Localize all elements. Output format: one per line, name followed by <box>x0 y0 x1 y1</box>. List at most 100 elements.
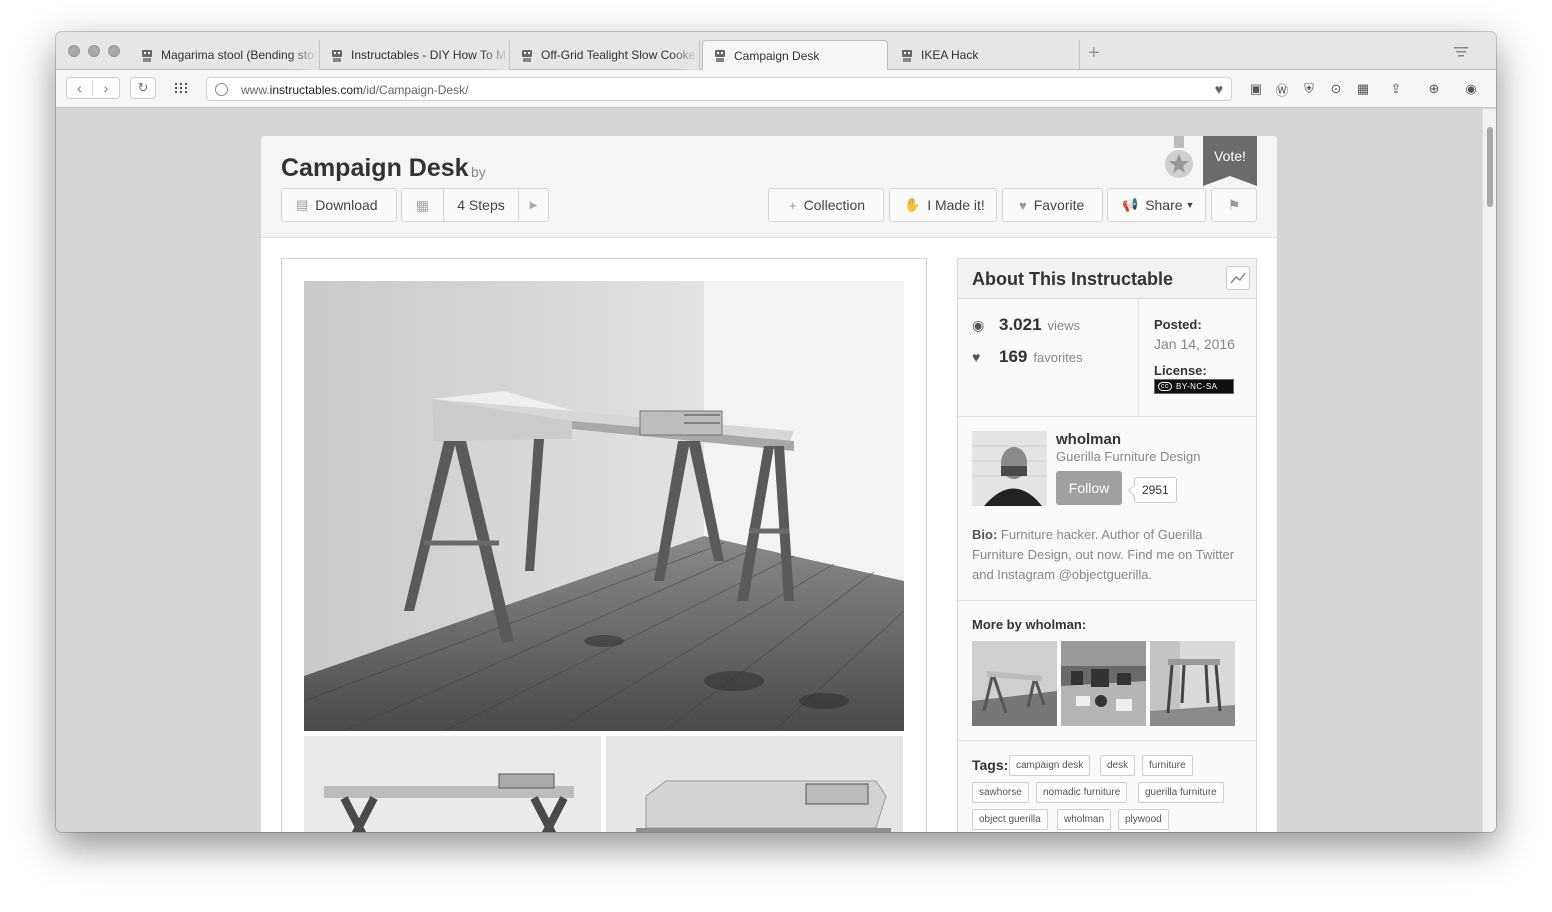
tab-bar: Magarima stool (Bending sto Instructable… <box>56 32 1496 70</box>
url-text[interactable]: www.instructables.com/id/Campaign-Desk/ <box>241 83 468 97</box>
vertical-scrollbar[interactable] <box>1482 109 1496 832</box>
license-badge[interactable]: cc BY-NC-SA <box>1154 379 1234 394</box>
stats-panel: ◉ 3.021 views ♥ 169 favorites Posted: Ja… <box>958 299 1256 417</box>
tags-panel: Tags: campaign desk desk furniture sawho… <box>958 741 1256 832</box>
navigation-toolbar: ‹ › ↻ www.instructables.com/id/Campaign-… <box>56 70 1496 108</box>
heart-icon: ♥ <box>1019 197 1027 213</box>
tag-chip[interactable]: nomadic furniture <box>1036 782 1128 803</box>
web-content: Campaign Desk by wholman Vote! ▤Download… <box>56 109 1482 832</box>
download-button[interactable]: ▤ Download <box>281 188 397 222</box>
photo-thumbnail-top[interactable] <box>606 736 903 832</box>
instructables-robot-icon <box>142 49 152 62</box>
tag-chip[interactable]: plywood <box>1118 809 1169 830</box>
extension-robot-icon[interactable]: ▣ <box>1246 79 1266 99</box>
pdf-icon: ▤ <box>296 197 309 212</box>
address-bar[interactable]: www.instructables.com/id/Campaign-Desk/ … <box>206 77 1232 101</box>
i-made-it-button[interactable]: ✋ I Made it! <box>889 188 997 222</box>
photo-thumbnail-front[interactable] <box>304 736 601 832</box>
megaphone-icon: 📢 <box>1122 197 1139 212</box>
page-header: Campaign Desk by wholman Vote! ▤Download… <box>261 136 1277 506</box>
back-forward-group: ‹ › <box>66 77 120 99</box>
back-icon[interactable]: ‹ <box>67 80 93 96</box>
shield-icon[interactable]: ⛨ <box>1299 79 1319 99</box>
download-icon[interactable]: ⊕ <box>1424 79 1444 99</box>
steps-grid-icon[interactable]: ▦ <box>402 189 444 221</box>
instructables-robot-icon <box>715 50 725 62</box>
tag-chip[interactable]: guerilla furniture <box>1138 782 1224 803</box>
stats-chart-icon[interactable] <box>1226 266 1250 290</box>
tag-chip[interactable]: wholman <box>1057 809 1112 830</box>
tab-off-grid-tealight[interactable]: Off-Grid Tealight Slow Cooke <box>510 40 700 70</box>
main-photo-campaign-desk[interactable] <box>304 281 904 731</box>
reload-button[interactable]: ↻ <box>130 77 156 99</box>
forward-icon[interactable]: › <box>93 80 119 96</box>
photo-gallery <box>281 258 927 832</box>
share-button[interactable]: 📢 Share ▼ <box>1107 188 1206 222</box>
follow-button[interactable]: Follow <box>1056 471 1122 505</box>
zoom-window-button[interactable] <box>108 45 120 57</box>
posted-label: Posted: <box>1154 317 1202 332</box>
close-window-button[interactable] <box>68 45 80 57</box>
eye-icon: ◉ <box>972 317 985 333</box>
author-name[interactable]: wholman <box>1056 431 1121 448</box>
author-bio: Bio: Furniture hacker. Author of Guerill… <box>972 527 1235 582</box>
tab-magarima-stool[interactable]: Magarima stool (Bending sto <box>130 40 320 70</box>
globe-icon <box>215 83 228 96</box>
glasses-icon[interactable]: ⊙ <box>1326 79 1346 99</box>
bookmark-heart-icon[interactable]: ♥ <box>1215 81 1223 97</box>
steps-label[interactable]: 4 Steps <box>444 197 518 213</box>
instructables-robot-icon <box>902 49 912 62</box>
tab-instructables-home[interactable]: Instructables - DIY How To M <box>320 40 510 70</box>
next-step-icon[interactable]: ▶ <box>518 189 548 221</box>
views-stat: ◉ 3.021 views <box>972 315 1081 334</box>
new-tab-button[interactable]: + <box>1088 43 1100 63</box>
license-label: License: <box>1154 363 1207 378</box>
tab-ikea-hack[interactable]: IKEA Hack <box>890 40 1080 70</box>
author-card: wholman Guerilla Furniture Design Follow… <box>958 417 1256 601</box>
tag-chip[interactable]: sawhorse <box>972 782 1029 803</box>
flag-icon: ⚑ <box>1227 196 1241 213</box>
about-heading: About This Instructable <box>972 269 1174 289</box>
share-icon[interactable]: ⇪ <box>1386 79 1406 99</box>
favorite-button[interactable]: ♥ Favorite <box>1002 188 1103 222</box>
add-to-collection-button[interactable]: + Collection <box>768 188 884 222</box>
flag-button[interactable]: ⚑ <box>1211 188 1257 222</box>
tab-list-icon[interactable] <box>1454 46 1468 58</box>
about-sidebar: About This Instructable ◉ 3.021 views ♥ … <box>957 258 1257 832</box>
instructables-robot-icon <box>522 49 532 62</box>
vote-button[interactable]: Vote! <box>1203 136 1257 186</box>
more-thumbnail-table[interactable] <box>1150 641 1235 726</box>
more-thumbnail-gallery[interactable] <box>1061 641 1146 726</box>
apps-button[interactable] <box>168 77 194 99</box>
instructables-robot-icon <box>332 49 342 62</box>
cc-icon: cc <box>1158 382 1172 391</box>
author-organization: Guerilla Furniture Design <box>1056 449 1201 464</box>
more-heading: More by wholman: <box>972 617 1087 632</box>
tag-chip[interactable]: object guerilla <box>972 809 1048 830</box>
instructable-page: Campaign Desk by wholman Vote! ▤Download… <box>261 136 1277 832</box>
grid-icon <box>175 83 187 93</box>
profile-icon[interactable]: ◉ <box>1461 79 1481 99</box>
browser-window: Magarima stool (Bending sto Instructable… <box>56 32 1496 832</box>
reload-icon: ↻ <box>137 80 149 95</box>
tag-chip[interactable]: campaign desk <box>1009 755 1091 776</box>
tag-chip[interactable]: desk <box>1100 755 1136 776</box>
follower-count: 2951 <box>1134 477 1177 503</box>
minimize-window-button[interactable] <box>88 45 100 57</box>
css-icon[interactable]: ▦ <box>1353 79 1373 99</box>
wordpress-icon[interactable]: Ⓦ <box>1272 79 1292 99</box>
page-title: Campaign Desk <box>281 154 469 182</box>
tab-label: IKEA Hack <box>921 48 979 62</box>
more-thumbnail-desk[interactable] <box>972 641 1057 726</box>
byline: by wholman <box>471 164 769 506</box>
medal-star-icon[interactable] <box>1164 136 1194 180</box>
scrollbar-thumb[interactable] <box>1487 127 1493 207</box>
tags-heading: Tags: <box>972 757 1009 773</box>
author-avatar[interactable] <box>972 431 1047 506</box>
more-by-author: More by wholman: <box>958 601 1256 741</box>
tab-campaign-desk[interactable]: Campaign Desk <box>702 40 888 70</box>
tag-chip[interactable]: furniture <box>1142 755 1193 776</box>
tab-label: Campaign Desk <box>734 48 820 63</box>
about-header: About This Instructable <box>958 259 1256 299</box>
plus-icon: + <box>789 197 797 213</box>
